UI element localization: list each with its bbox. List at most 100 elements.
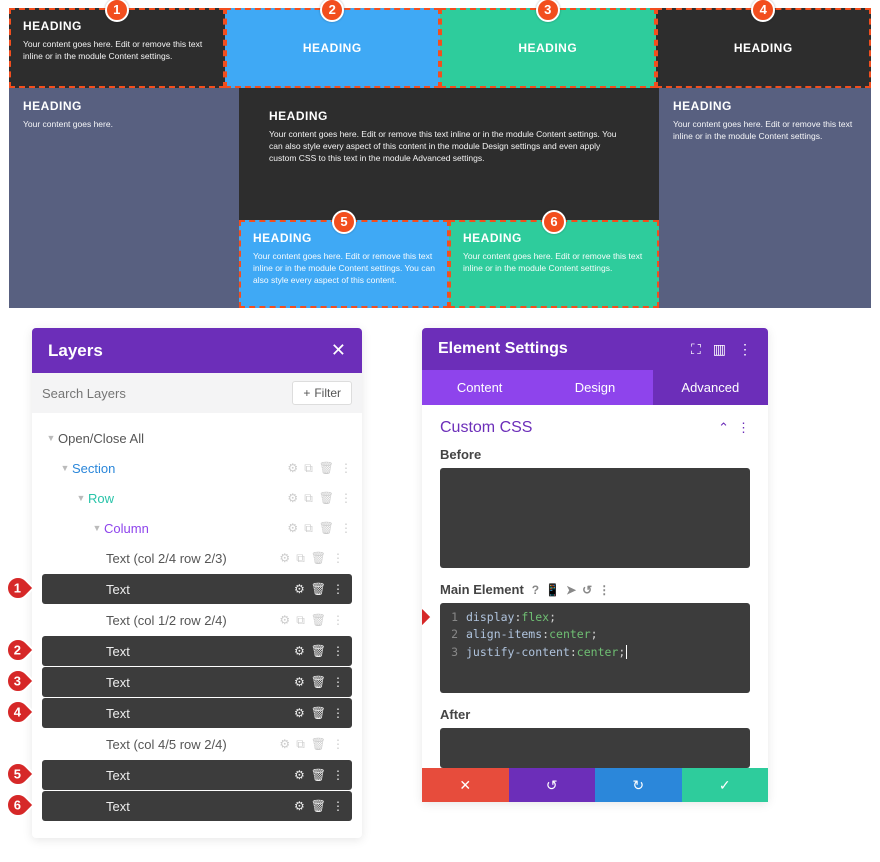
before-code-area[interactable] — [440, 468, 750, 568]
search-input[interactable] — [42, 386, 284, 401]
trash-icon[interactable]: 🗑 — [319, 461, 334, 476]
preview-cell[interactable]: 6HEADINGYour content goes here. Edit or … — [449, 220, 659, 308]
preview-cell-left[interactable]: HEADING Your content goes here. — [9, 88, 239, 220]
more-icon[interactable]: ⋮ — [332, 551, 344, 566]
more-icon[interactable]: ⋮ — [737, 420, 750, 436]
expand-icon[interactable]: ⛶ — [691, 341, 701, 358]
tree-text-node[interactable]: 3Text⚙🗑⋮ — [42, 667, 352, 697]
trash-icon[interactable]: 🗑 — [311, 582, 326, 596]
close-icon[interactable]: ✕ — [331, 340, 346, 361]
gear-icon[interactable]: ⚙ — [287, 521, 298, 536]
more-icon[interactable]: ⋮ — [738, 341, 752, 358]
tree-text-node[interactable]: Text (col 1/2 row 2/4)⚙⧉🗑⋮ — [42, 605, 352, 635]
copy-icon[interactable]: ⧉ — [304, 521, 313, 536]
row-actions: ⚙ 🗑 ⋮ — [294, 675, 344, 689]
cell-heading: HEADING — [673, 98, 857, 115]
line-number: 1 — [448, 609, 458, 626]
trash-icon[interactable]: 🗑 — [311, 799, 326, 813]
gear-icon[interactable]: ⚙ — [294, 706, 305, 720]
gear-icon[interactable]: ⚙ — [294, 768, 305, 782]
more-icon[interactable]: ⋮ — [332, 768, 344, 782]
copy-icon[interactable]: ⧉ — [304, 461, 313, 476]
line-number: 3 — [448, 644, 458, 661]
preview-cell[interactable]: 3HEADING — [440, 8, 656, 88]
copy-icon[interactable]: ⧉ — [296, 737, 305, 752]
trash-icon[interactable]: 🗑 — [319, 521, 334, 536]
preview-cell[interactable]: 1HEADINGYour content goes here. Edit or … — [9, 8, 225, 88]
section-icons: ⌃ ⋮ — [718, 420, 750, 436]
more-icon[interactable]: ⋮ — [332, 706, 344, 720]
trash-icon[interactable]: 🗑 — [311, 551, 326, 566]
chevron-up-icon[interactable]: ⌃ — [718, 420, 729, 436]
more-icon[interactable]: ⋮ — [332, 644, 344, 658]
tab-content[interactable]: Content — [422, 370, 537, 405]
gear-icon[interactable]: ⚙ — [294, 644, 305, 658]
tree-text-node[interactable]: Text (col 4/5 row 2/4)⚙ ⧉ 🗑 ⋮ — [42, 729, 352, 759]
trash-icon[interactable]: 🗑 — [311, 613, 326, 628]
filter-button[interactable]: + Filter — [292, 381, 352, 405]
trash-icon[interactable]: 🗑 — [311, 675, 326, 689]
open-close-all[interactable]: ▼ Open/Close All — [42, 423, 352, 453]
trash-icon[interactable]: 🗑 — [311, 706, 326, 720]
tree-column-node[interactable]: ▼ Column ⚙ ⧉ 🗑 ⋮ — [42, 513, 352, 543]
trash-icon[interactable]: 🗑 — [319, 491, 334, 506]
more-icon[interactable]: ⋮ — [332, 675, 344, 689]
tree-row-node[interactable]: ▼ Row ⚙ ⧉ 🗑 ⋮ — [42, 483, 352, 513]
cell-heading: HEADING — [23, 98, 225, 115]
tab-design[interactable]: Design — [537, 370, 652, 405]
undo-button[interactable]: ↺ — [509, 768, 596, 802]
preview-row-2: HEADING Your content goes here. HEADING … — [9, 88, 871, 220]
gear-icon[interactable]: ⚙ — [294, 675, 305, 689]
section-header[interactable]: Custom CSS ⌃ ⋮ — [440, 419, 750, 437]
preview-cell-right[interactable]: HEADING Your content goes here. Edit or … — [659, 88, 871, 220]
tree-text-node[interactable]: Text (col 2/4 row 2/3)⚙⧉🗑⋮ — [42, 543, 352, 573]
copy-icon[interactable]: ⧉ — [304, 491, 313, 506]
gear-icon[interactable]: ⚙ — [294, 799, 305, 813]
more-icon[interactable]: ⋮ — [332, 737, 344, 752]
trash-icon[interactable]: 🗑 — [311, 737, 326, 752]
copy-icon[interactable]: ⧉ — [296, 613, 305, 628]
tree-section[interactable]: ▼ Section ⚙ ⧉ 🗑 ⋮ — [42, 453, 352, 483]
cancel-button[interactable]: ✕ — [422, 768, 509, 802]
trash-icon[interactable]: 🗑 — [311, 768, 326, 782]
preview-cell[interactable]: 4HEADING — [656, 8, 872, 88]
tree-text-node[interactable]: 1Text⚙🗑⋮ — [42, 574, 352, 604]
more-icon[interactable]: ⋮ — [598, 583, 610, 597]
more-icon[interactable]: ⋮ — [332, 799, 344, 813]
gear-icon[interactable]: ⚙ — [287, 491, 298, 506]
main-element-label: Main Element ? 📱 ➤ ↺ ⋮ — [440, 582, 750, 597]
grid-icon[interactable]: ▥ — [713, 341, 726, 358]
gear-icon[interactable]: ⚙ — [279, 551, 290, 566]
more-icon[interactable]: ⋮ — [340, 461, 352, 476]
more-icon[interactable]: ⋮ — [340, 521, 352, 536]
badge-3: 3 — [1, 664, 35, 698]
redo-button[interactable]: ↻ — [595, 768, 682, 802]
more-icon[interactable]: ⋮ — [340, 491, 352, 506]
hover-icon[interactable]: ➤ — [566, 583, 576, 597]
tab-advanced[interactable]: Advanced — [653, 370, 768, 405]
more-icon[interactable]: ⋮ — [332, 582, 344, 596]
gear-icon[interactable]: ⚙ — [294, 582, 305, 596]
main-element-code-area[interactable]: 7 1display:flex;2align-items:center;3jus… — [440, 603, 750, 693]
preview-cell[interactable]: 5HEADINGYour content goes here. Edit or … — [239, 220, 449, 308]
preview-cell-mid[interactable]: HEADING Your content goes here. Edit or … — [239, 88, 659, 220]
help-icon[interactable]: ? — [532, 583, 539, 597]
tree-items-container: Text (col 2/4 row 2/3)⚙⧉🗑⋮1Text⚙🗑⋮Text (… — [42, 543, 352, 821]
undo-icon[interactable]: ↺ — [582, 583, 592, 597]
more-icon[interactable]: ⋮ — [332, 613, 344, 628]
gear-icon[interactable]: ⚙ — [287, 461, 298, 476]
preview-cell[interactable]: 2HEADING — [225, 8, 441, 88]
trash-icon[interactable]: 🗑 — [311, 644, 326, 658]
tree-text-node[interactable]: 2Text⚙🗑⋮ — [42, 636, 352, 666]
save-button[interactable]: ✓ — [682, 768, 769, 802]
copy-icon[interactable]: ⧉ — [296, 551, 305, 566]
tree-text-node[interactable]: 4Text⚙🗑⋮ — [42, 698, 352, 728]
tree-text-node[interactable]: 5Text⚙🗑⋮ — [42, 760, 352, 790]
tree-item-label: Text (col 4/5 row 2/4) — [106, 737, 279, 752]
after-code-area[interactable] — [440, 728, 750, 768]
phone-icon[interactable]: 📱 — [545, 583, 560, 597]
tree-text-node[interactable]: 6Text⚙🗑⋮ — [42, 791, 352, 821]
cell-body: Your content goes here. Edit or remove t… — [23, 39, 211, 63]
gear-icon[interactable]: ⚙ — [279, 737, 290, 752]
gear-icon[interactable]: ⚙ — [279, 613, 290, 628]
